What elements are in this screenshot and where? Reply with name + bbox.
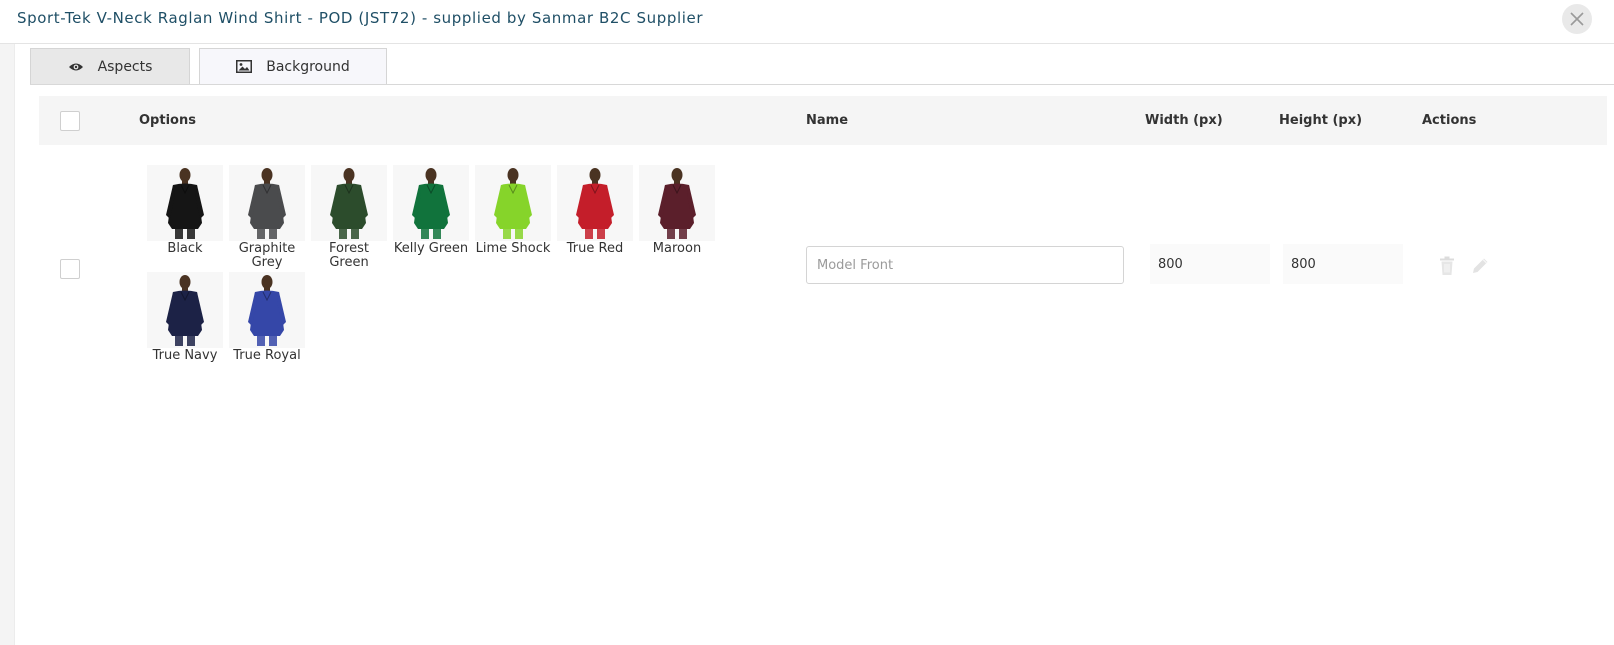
image-icon — [236, 60, 253, 73]
option-swatch[interactable]: Black — [147, 165, 223, 256]
shirt-model-image — [393, 165, 469, 241]
select-all-checkbox[interactable] — [60, 111, 80, 131]
option-swatch-label: Forest Green — [329, 241, 369, 270]
name-input[interactable] — [806, 246, 1124, 284]
column-header-width: Width (px) — [1145, 113, 1223, 128]
tab-background[interactable]: Background — [199, 48, 387, 85]
option-swatch[interactable]: Maroon — [639, 165, 715, 256]
option-swatch-label: Graphite Grey — [238, 241, 296, 270]
option-swatch[interactable]: Graphite Grey — [229, 165, 305, 270]
option-swatch[interactable]: True Navy — [147, 272, 223, 363]
table-header: Options Name Width (px) Height (px) Acti… — [39, 96, 1607, 145]
shirt-model-image — [311, 165, 387, 241]
shirt-model-image — [475, 165, 551, 241]
option-swatch-label: True Navy — [152, 348, 218, 363]
tab-aspects[interactable]: Aspects — [30, 48, 190, 85]
option-swatch-label: Maroon — [652, 241, 702, 256]
height-input[interactable] — [1283, 244, 1403, 284]
option-swatch-label: Black — [167, 241, 203, 256]
column-header-height: Height (px) — [1279, 113, 1363, 128]
shirt-model-image — [639, 165, 715, 241]
option-swatch-label: True Red — [566, 241, 624, 256]
modal-title: Sport-Tek V-Neck Raglan Wind Shirt - POD… — [17, 9, 704, 27]
shirt-model-image — [229, 272, 305, 348]
column-header-options: Options — [139, 113, 196, 128]
shirt-model-image — [229, 165, 305, 241]
trash-icon[interactable] — [1439, 256, 1455, 276]
edit-pencil-icon[interactable] — [1470, 256, 1490, 276]
left-sidebar-strip — [0, 44, 15, 645]
shirt-model-image — [147, 165, 223, 241]
column-header-name: Name — [806, 113, 849, 128]
tab-background-label: Background — [266, 58, 350, 75]
option-swatch-label: Kelly Green — [393, 241, 469, 256]
option-swatch-label: True Royal — [233, 348, 301, 363]
option-swatch[interactable]: Forest Green — [311, 165, 387, 270]
close-icon — [1570, 12, 1584, 26]
modal-header: Sport-Tek V-Neck Raglan Wind Shirt - POD… — [0, 0, 1614, 44]
tab-aspects-label: Aspects — [97, 58, 153, 75]
eye-icon — [68, 63, 83, 70]
option-swatch-label: Lime Shock — [475, 241, 551, 256]
shirt-model-image — [557, 165, 633, 241]
close-button[interactable] — [1562, 4, 1592, 34]
width-input[interactable] — [1150, 244, 1270, 284]
option-swatch[interactable]: True Red — [557, 165, 633, 256]
shirt-model-image — [147, 272, 223, 348]
option-swatch[interactable]: True Royal — [229, 272, 305, 363]
option-swatch[interactable]: Kelly Green — [393, 165, 469, 256]
column-header-actions: Actions — [1422, 113, 1477, 128]
tabs-divider — [30, 84, 1614, 85]
option-swatch[interactable]: Lime Shock — [475, 165, 551, 256]
row-select-checkbox[interactable] — [60, 259, 80, 279]
